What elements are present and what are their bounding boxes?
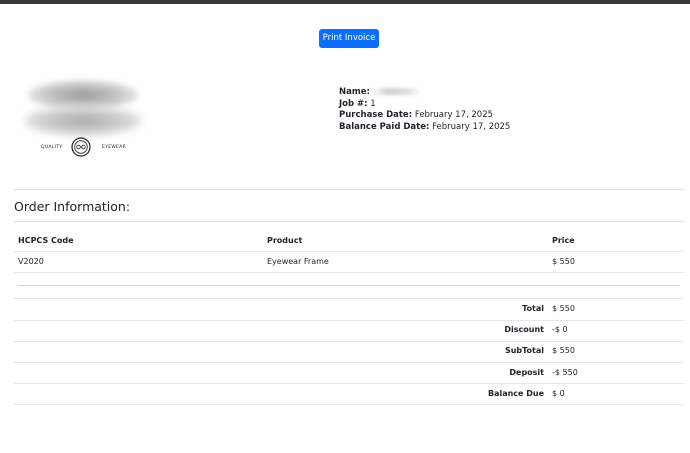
column-header-price: Price [552, 236, 575, 245]
table-row-divider [14, 320, 684, 321]
table-row-divider [14, 404, 684, 405]
purchase-date-value: February 17, 2025 [414, 110, 494, 120]
job-value: 1 [370, 98, 376, 109]
balance-paid-date-value: February 17, 2025 [432, 121, 511, 132]
purchase-date-label: Purchase Date: [339, 110, 413, 120]
divider [14, 189, 684, 190]
name-label: Name: [339, 87, 370, 97]
balance-paid-date-row: Balance Paid Date: February 17, 2025 [339, 122, 510, 134]
customer-info: Name: Job #: 1 Purchase Date: February 1… [339, 87, 510, 133]
subtotal-label: SubTotal [504, 346, 544, 355]
customer-name-row: Name: [339, 87, 510, 99]
discount-label: Discount [504, 325, 544, 334]
order-information-title: Order Information: [14, 199, 131, 214]
divider [14, 221, 684, 222]
subtotal-value: $ 550 [552, 346, 575, 355]
item-product: Eyewear Frame [267, 257, 329, 266]
print-invoice-button[interactable]: Print Invoice [319, 29, 379, 48]
logo-seal-icon [71, 137, 91, 157]
balance-due-value: $ 0 [552, 389, 565, 398]
balance-paid-date-label: Balance Paid Date: [339, 121, 430, 132]
job-row: Job #: 1 [339, 99, 510, 111]
logo-word-left: QUALITY [41, 145, 63, 150]
item-hcpcs-code: V2020 [18, 257, 44, 266]
section-separator [18, 285, 680, 286]
balance-due-label: Balance Due [487, 389, 544, 398]
company-logo: QUALITY EYEWEAR [22, 76, 144, 170]
logo-blurred-region [24, 106, 142, 136]
column-header-product: Product [267, 236, 303, 245]
table-row-divider [14, 383, 684, 384]
discount-value: -$ 0 [552, 325, 568, 334]
table-row-divider [14, 251, 684, 252]
job-label: Job #: [339, 98, 368, 109]
logo-word-right: EYEWEAR [102, 145, 127, 150]
total-label: Total [522, 304, 544, 313]
window-top-bar [0, 0, 690, 4]
table-row-divider [14, 298, 684, 299]
table-row-divider [14, 362, 684, 363]
column-header-hcpcs-code: HCPCS Code [18, 236, 74, 245]
name-redacted [371, 88, 422, 95]
deposit-value: -$ 550 [552, 368, 578, 377]
purchase-date-row: Purchase Date: February 17, 2025 [339, 110, 510, 122]
item-price: $ 550 [552, 257, 575, 266]
table-row-divider [14, 341, 684, 342]
total-value: $ 550 [552, 304, 575, 313]
table-row-divider [14, 272, 684, 273]
deposit-label: Deposit [509, 368, 544, 377]
